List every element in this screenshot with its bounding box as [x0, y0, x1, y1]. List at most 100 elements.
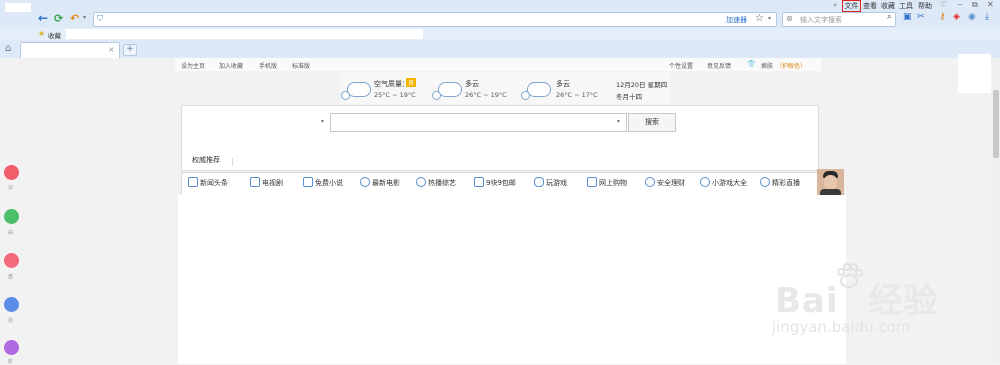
- air-quality-label: 空气质量：: [374, 80, 409, 88]
- avatar-face: [824, 175, 837, 190]
- shield-icon: ⛉: [97, 14, 103, 23]
- minigame-icon: [700, 177, 710, 187]
- side-app-icon-green[interactable]: [4, 209, 19, 224]
- shopping-icon: [587, 177, 597, 187]
- category-finance[interactable]: 安全理财: [657, 178, 685, 188]
- side-label-2: 由: [8, 230, 14, 236]
- today-temp: 25°C ~ 19°C: [374, 91, 416, 99]
- weather-sun-icon: [521, 91, 530, 100]
- minimize-icon[interactable]: –: [958, 0, 962, 9]
- mail-icon: [474, 177, 484, 187]
- category-games[interactable]: 玩游戏: [546, 178, 567, 188]
- refresh-icon[interactable]: ⟳: [54, 12, 63, 25]
- watermark-brand-text: Bai: [775, 281, 839, 321]
- movie-icon: [360, 177, 370, 187]
- side-app-icon-pink[interactable]: [4, 253, 19, 268]
- avatar[interactable]: [817, 169, 844, 195]
- set-homepage-link[interactable]: 设为主页: [181, 61, 205, 70]
- side-app-icon-red[interactable]: [4, 165, 19, 180]
- skin-shirt-icon: 👕: [747, 60, 756, 68]
- day3-condition: 多云: [556, 80, 570, 88]
- favorites-label[interactable]: 收藏: [48, 30, 61, 40]
- recommend-label[interactable]: 权威推荐: [192, 155, 220, 165]
- category-novel[interactable]: 免费小说: [315, 178, 343, 188]
- gamepad-icon: [534, 177, 544, 187]
- watermark-brand-text-2: 经验: [868, 281, 939, 321]
- side-app-icon-purple[interactable]: [4, 340, 19, 355]
- cloudy-icon: [527, 82, 551, 97]
- extensions-icon[interactable]: ✂: [917, 12, 925, 22]
- search-placeholder: 输入文字搜索: [800, 16, 842, 24]
- close-window-icon[interactable]: ✕: [987, 0, 994, 9]
- recommend-bar: [181, 150, 819, 171]
- scrollbar-thumb[interactable]: [993, 90, 999, 158]
- side-app-icon-blue[interactable]: [4, 297, 19, 312]
- back-icon[interactable]: ←: [38, 11, 48, 25]
- menu-favorites[interactable]: 收藏: [881, 1, 895, 11]
- address-bar[interactable]: ⛉ 加速器 ☆ ▾: [93, 12, 777, 27]
- history-dropdown-icon[interactable]: ▾: [83, 14, 86, 21]
- finance-icon: [645, 177, 655, 187]
- security-icon[interactable]: ◈: [953, 12, 960, 22]
- menu-tools[interactable]: 工具: [899, 1, 913, 11]
- category-deals[interactable]: 9块9包邮: [486, 178, 516, 188]
- download-icon[interactable]: ⤓: [985, 12, 989, 22]
- accelerator-label[interactable]: 加速器: [726, 15, 747, 25]
- cloudy-icon: [347, 82, 371, 97]
- mobile-version-link[interactable]: 手机版: [259, 61, 277, 70]
- category-variety[interactable]: 热播综艺: [428, 178, 456, 188]
- add-favorite-link[interactable]: 加入收藏: [219, 61, 243, 70]
- globe-icon[interactable]: ◉: [968, 12, 976, 22]
- category-live[interactable]: 精彩直播: [772, 178, 800, 188]
- skin-icon[interactable]: ♡: [940, 0, 947, 9]
- tab-active[interactable]: ×: [20, 42, 120, 59]
- day2-temp: 26°C ~ 19°C: [465, 91, 507, 99]
- feedback-link[interactable]: 意见反馈: [707, 61, 731, 70]
- key-icon[interactable]: ⚷: [939, 12, 946, 22]
- divider: [232, 158, 233, 166]
- menu-view[interactable]: 查看: [863, 1, 877, 11]
- search-box[interactable]: ⊛ 输入文字搜索: [782, 12, 896, 27]
- personal-settings-link[interactable]: 个性设置: [669, 61, 693, 70]
- new-tab-button[interactable]: +: [123, 44, 137, 56]
- more-menu-chevron[interactable]: »: [833, 1, 837, 9]
- watermark-brand: Bai 经验: [775, 273, 939, 322]
- watermark-url: jingyan.baidu.com: [772, 318, 911, 336]
- category-tv[interactable]: 电视剧: [262, 178, 283, 188]
- variety-icon: [416, 177, 426, 187]
- tv-icon: [250, 177, 260, 187]
- side-label-1: 识: [8, 185, 14, 191]
- main-search-input[interactable]: ▾: [330, 113, 627, 132]
- search-button[interactable]: 搜索: [628, 113, 676, 132]
- search-icon[interactable]: ⌕: [887, 12, 892, 22]
- page-widget: [958, 54, 991, 93]
- lunar-date: 冬月十四: [616, 93, 642, 101]
- eye-care-link[interactable]: （护眼色）: [776, 61, 806, 70]
- engine-dropdown-icon[interactable]: ▾: [321, 118, 324, 125]
- input-dropdown-icon[interactable]: ▾: [617, 118, 620, 125]
- tab-close-icon[interactable]: ×: [108, 45, 115, 54]
- standard-version-link[interactable]: 标准版: [292, 61, 310, 70]
- live-icon: [760, 177, 770, 187]
- search-engine-icon[interactable]: ⊛: [786, 14, 793, 23]
- day3-temp: 26°C ~ 17°C: [556, 91, 598, 99]
- favorites-items-area: [66, 29, 423, 39]
- home-icon[interactable]: ⌂: [5, 43, 11, 54]
- cloudy-icon: [438, 82, 462, 97]
- category-movie[interactable]: 最新电影: [372, 178, 400, 188]
- date-text: 12月20日 星期四: [616, 81, 668, 89]
- change-skin-link[interactable]: 换肤: [761, 61, 773, 70]
- category-news[interactable]: 新闻头条: [200, 178, 228, 188]
- restore-icon[interactable]: ⧉: [972, 0, 978, 10]
- menu-file[interactable]: 文件: [842, 0, 861, 12]
- book-icon: [303, 177, 313, 187]
- category-shopping[interactable]: 网上购物: [599, 178, 627, 188]
- favorites-star-icon: ★: [38, 29, 46, 38]
- main-content-area: [178, 195, 846, 364]
- category-minigames[interactable]: 小游戏大全: [712, 178, 747, 188]
- favorite-star-icon[interactable]: ☆: [755, 13, 764, 24]
- bookmark-icon[interactable]: ▣: [903, 12, 912, 22]
- undo-icon[interactable]: ↶: [70, 12, 79, 25]
- menu-help[interactable]: 帮助: [918, 1, 932, 11]
- address-dropdown-icon[interactable]: ▾: [768, 15, 771, 22]
